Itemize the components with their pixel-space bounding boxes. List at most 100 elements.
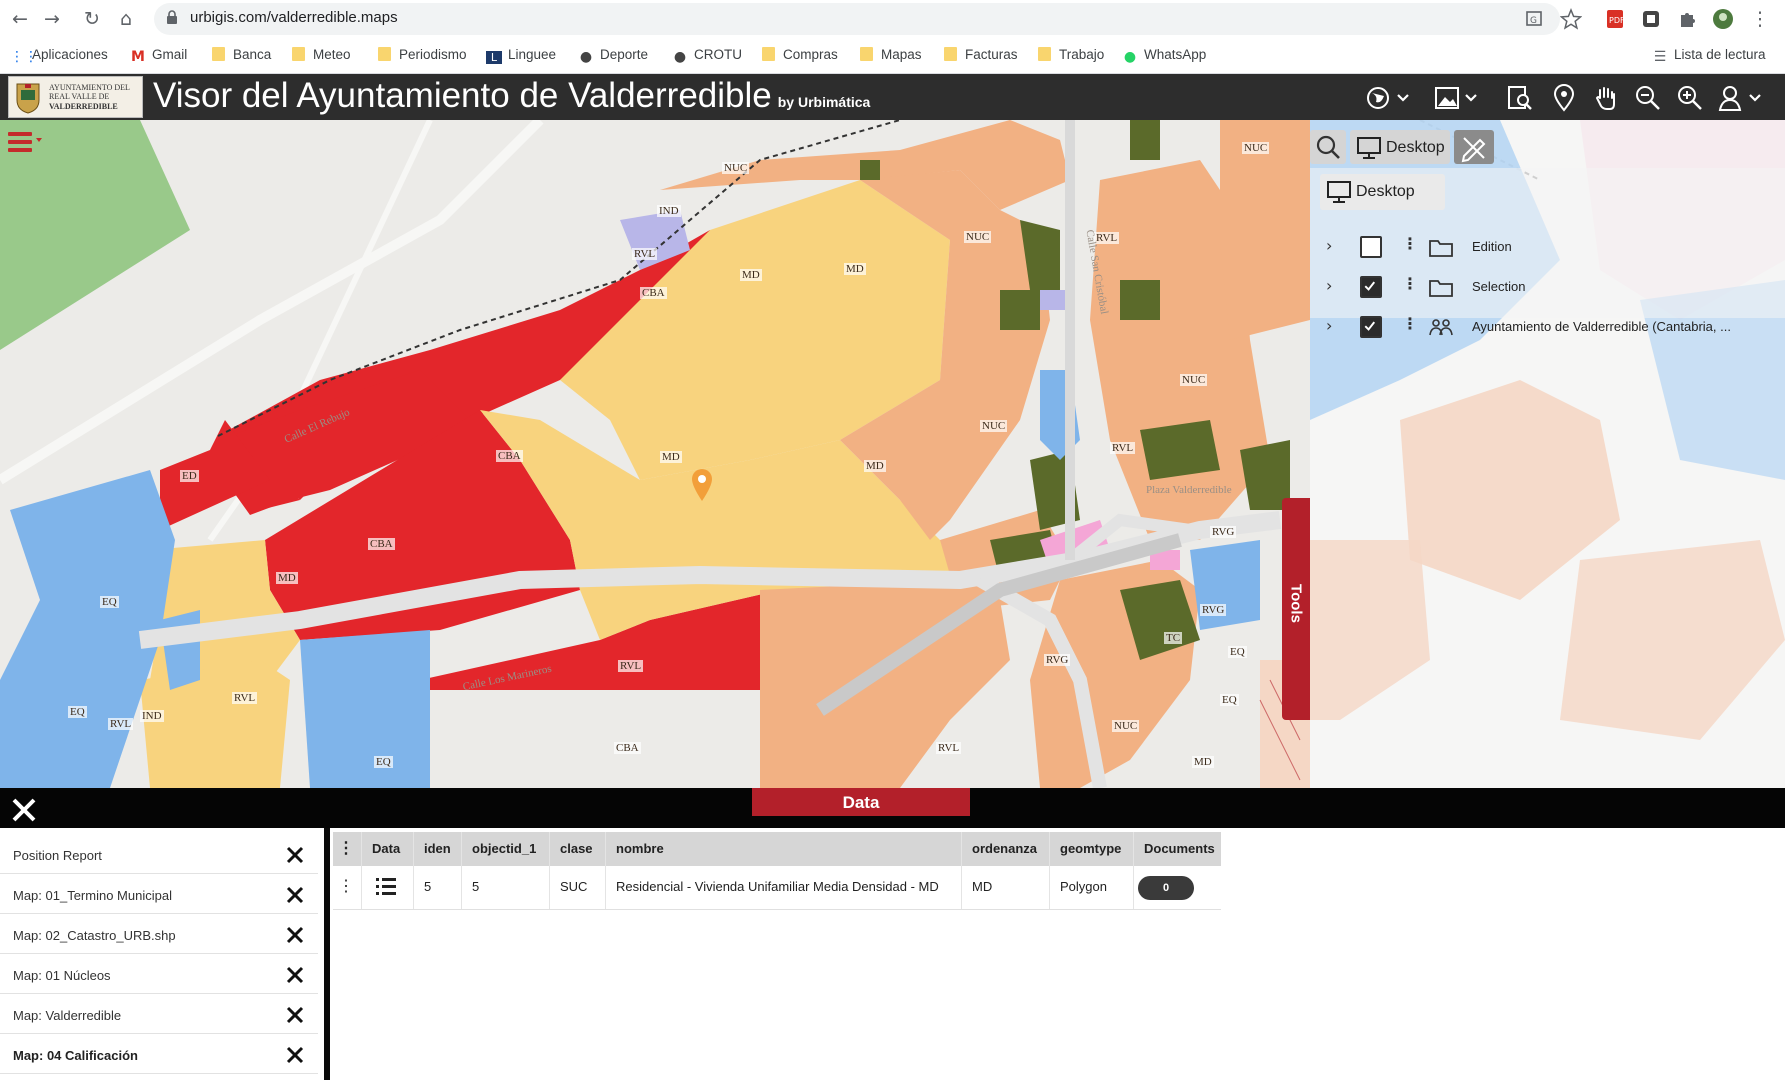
bookmark-mapas[interactable]: Mapas [860,47,922,65]
tab-desktop[interactable]: Desktop [1350,130,1450,164]
browser-menu-icon[interactable]: ⋮ [1748,7,1772,31]
column-header[interactable]: objectid_1 [461,832,549,866]
close-icon[interactable] [286,966,304,984]
star-icon[interactable] [1560,8,1582,30]
data-tab[interactable]: Data [752,788,970,816]
row-data-cell[interactable] [361,866,413,909]
list-item[interactable]: Map: Valderredible [0,996,318,1034]
zoom-in-icon[interactable] [1676,84,1704,112]
layer-checkbox-checked[interactable] [1360,276,1382,298]
table-row[interactable]: ⋮ 5 5 SUC Residencial - Vivienda Unifami… [333,866,1221,910]
column-header[interactable]: geomtype [1049,832,1133,866]
search-tab[interactable] [1310,130,1346,164]
location-marker-icon[interactable] [690,468,714,502]
pan-hand-icon[interactable] [1592,84,1620,112]
map-label: RVG [1044,654,1071,666]
column-header[interactable]: Data [361,832,413,866]
extension-icon[interactable] [1640,8,1662,30]
close-icon[interactable] [286,846,304,864]
bookmark-banca[interactable]: Banca [212,47,271,65]
list-item[interactable]: Map: 02_Catastro_URB.shp [0,916,318,954]
column-header[interactable]: clase [549,832,605,866]
basemap-globe-icon[interactable] [1366,84,1412,112]
back-icon[interactable]: ← [8,7,32,31]
monitor-icon [1357,137,1381,159]
list-item[interactable]: Position Report [0,836,318,874]
bookmark-whatsapp[interactable]: ● WhatsApp [1122,47,1206,65]
close-icon[interactable] [286,1006,304,1024]
home-icon[interactable]: ⌂ [114,7,138,31]
row-menu-icon[interactable]: ⋮ [333,866,359,909]
chevron-right-icon[interactable]: › [1326,276,1332,295]
hamburger-menu-icon[interactable] [6,128,42,156]
map-label: RVG [1200,604,1227,616]
list-item[interactable]: Map: 01 Núcleos [0,956,318,994]
forward-icon[interactable]: → [40,7,64,31]
municipality-logo[interactable]: AYUNTAMIENTO DEL REAL VALLE DE VALDERRED… [8,76,143,118]
layer-row-edition[interactable]: › ⋮ Edition [1320,230,1780,264]
more-options-icon[interactable]: ⋮ [1402,274,1418,293]
map-label: RVL [232,692,258,704]
search-document-icon[interactable] [1506,84,1534,112]
location-pin-icon[interactable] [1550,84,1578,112]
bookmark-facturas[interactable]: Facturas [944,47,1018,65]
bookmark-gmail[interactable]: M Gmail [130,47,187,65]
layer-row-ayuntamiento[interactable]: › ⋮ Ayuntamiento de Valderredible (Canta… [1320,310,1780,344]
panel-divider[interactable] [324,828,330,1080]
map-label: MD [740,269,762,281]
layer-checkbox-checked[interactable] [1360,316,1382,338]
bookmark-linguee[interactable]: L Linguee [486,47,556,65]
desktop-section-header[interactable]: Desktop [1320,174,1445,210]
close-icon[interactable] [286,886,304,904]
reading-list[interactable]: ☰ Lista de lectura [1652,47,1766,65]
column-header[interactable]: ordenanza [961,832,1049,866]
reload-icon[interactable]: ↻ [80,7,104,31]
search-icon [1316,135,1340,159]
bookmark-aplicaciones[interactable]: ⋮⋮Aplicaciones [10,47,108,65]
map-label: IND [657,205,681,217]
profile-avatar-icon[interactable] [1712,8,1734,30]
map-label: RVG [1210,526,1237,538]
linguee-icon: L [486,51,502,64]
column-header[interactable]: iden [413,832,461,866]
chevron-right-icon[interactable]: › [1326,316,1332,335]
folder-icon [378,47,391,61]
whatsapp-icon: ● [1123,49,1137,65]
folder-icon [292,47,305,61]
column-header[interactable]: nombre [605,832,961,866]
map-label: NUC [964,231,992,243]
image-layer-icon[interactable] [1434,84,1480,112]
list-item[interactable]: Map: 01_Termino Municipal [0,876,318,914]
list-item-active[interactable]: Map: 04 Calificación [0,1036,318,1074]
close-icon[interactable] [10,796,38,824]
column-menu-icon[interactable]: ⋮ [333,832,359,866]
map-label: MD [276,572,298,584]
user-account-icon[interactable] [1718,84,1768,112]
pdf-extension-icon[interactable]: PDF [1604,8,1626,30]
chevron-right-icon[interactable]: › [1326,236,1332,255]
documents-count-badge[interactable]: 0 [1138,876,1194,900]
list-details-icon[interactable] [374,875,398,899]
translate-icon[interactable]: G [1524,8,1546,30]
map-label: CBA [496,450,523,462]
checkmark-icon [1364,321,1376,331]
bookmark-crotu[interactable]: ● CROTU [672,47,742,65]
folder-icon [1038,47,1051,61]
map-label: IND [140,710,164,722]
tools-tab[interactable]: Tools [1282,498,1310,720]
more-options-icon[interactable]: ⋮ [1402,234,1418,253]
bookmark-meteo[interactable]: Meteo [292,47,351,65]
close-icon[interactable] [286,1046,304,1064]
layer-checkbox[interactable] [1360,236,1382,258]
bookmark-deporte[interactable]: ● Deporte [578,47,648,65]
more-options-icon[interactable]: ⋮ [1402,314,1418,333]
bookmark-trabajo[interactable]: Trabajo [1038,47,1104,65]
zoom-out-icon[interactable] [1634,84,1662,112]
close-icon[interactable] [286,926,304,944]
layer-row-selection[interactable]: › ⋮ Selection [1320,270,1780,304]
tab-edit-tools[interactable] [1454,130,1494,164]
bookmark-periodismo[interactable]: Periodismo [378,47,467,65]
bookmark-compras[interactable]: Compras [762,47,838,65]
column-header[interactable]: Documents [1133,832,1221,866]
puzzle-icon[interactable] [1676,8,1698,30]
